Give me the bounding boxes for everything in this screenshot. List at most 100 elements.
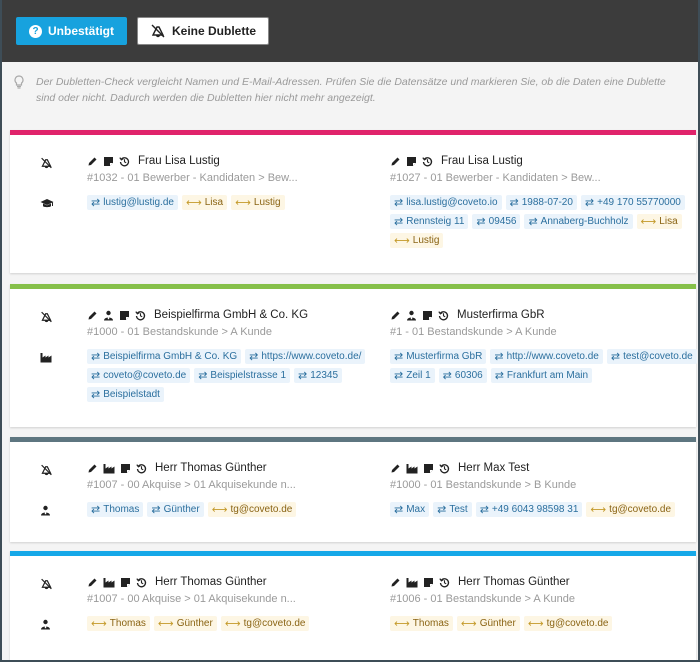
record-name[interactable]: Beispielfirma GmbH & Co. KG bbox=[154, 309, 308, 321]
double-arrow-icon: ⟷ bbox=[527, 618, 544, 630]
history-icon[interactable] bbox=[438, 310, 449, 321]
note-icon[interactable] bbox=[120, 577, 131, 588]
match-tag: ⇄ Test bbox=[433, 502, 472, 517]
double-arrow-icon: ⟷ bbox=[460, 618, 477, 630]
match-tag: ⇄ Beispielfirma GmbH & Co. KG bbox=[87, 349, 242, 364]
note-icon[interactable] bbox=[103, 156, 114, 167]
tag-text: Musterfirma GbR bbox=[406, 351, 483, 362]
history-icon[interactable] bbox=[119, 156, 130, 167]
swap-arrows-icon: ⇄ bbox=[91, 351, 101, 363]
double-arrow-icon: ⟷ bbox=[211, 504, 228, 516]
tag-text: Lustig bbox=[253, 197, 281, 208]
factory-icon[interactable] bbox=[406, 463, 418, 474]
tag-text: tg@coveto.de bbox=[230, 504, 293, 515]
history-icon[interactable] bbox=[136, 577, 147, 588]
tag-text: Frankfurt am Main bbox=[506, 370, 589, 381]
mismatch-tag: ⟷ Lustig bbox=[231, 195, 285, 210]
left-record: Frau Lisa Lustig #1032 - 01 Bewerber - Ka… bbox=[87, 153, 387, 184]
note-icon[interactable] bbox=[423, 463, 434, 474]
pencil-icon[interactable] bbox=[87, 577, 98, 588]
contact-person-icon bbox=[40, 619, 51, 630]
no-duplicate-icon[interactable] bbox=[40, 157, 53, 169]
record-name[interactable]: Herr Thomas Günther bbox=[155, 576, 267, 588]
tag-text: test@coveto.de bbox=[623, 351, 693, 362]
pencil-icon[interactable] bbox=[390, 310, 401, 321]
tag-text: Günther bbox=[479, 618, 516, 629]
record-name[interactable]: Herr Thomas Günther bbox=[155, 462, 267, 474]
match-tag: ⇄ Thomas bbox=[87, 502, 144, 517]
history-icon[interactable] bbox=[136, 463, 147, 474]
history-icon[interactable] bbox=[135, 310, 146, 321]
right-record: Musterfirma GbR #1 - 01 Bestandskunde > A… bbox=[390, 307, 690, 338]
match-tag: ⇄ 09456 bbox=[472, 214, 521, 229]
left-record: Herr Thomas Günther #1007 - 00 Akquise > … bbox=[87, 460, 387, 491]
duplicate-check-panel: ? Unbestätigt Keine Dublette Der Dublett… bbox=[2, 0, 698, 660]
factory-icon[interactable] bbox=[103, 577, 115, 588]
history-icon[interactable] bbox=[439, 463, 450, 474]
match-tag: ⇄ 1988-07-20 bbox=[505, 195, 577, 210]
tag-text: Thomas bbox=[412, 618, 449, 629]
unconfirmed-button[interactable]: ? Unbestätigt bbox=[16, 17, 127, 45]
left-match-tags: ⟷ Thomas ⟷ Günther ⟷ tg@coveto.de bbox=[87, 616, 397, 631]
tag-text: Günther bbox=[163, 504, 200, 515]
tag-text: Günther bbox=[176, 618, 213, 629]
match-tag: ⇄ http://www.coveto.de bbox=[490, 349, 603, 364]
tag-text: +49 170 55770000 bbox=[597, 197, 681, 208]
history-icon[interactable] bbox=[422, 156, 433, 167]
swap-arrows-icon: ⇄ bbox=[394, 370, 404, 382]
no-duplicate-button[interactable]: Keine Dublette bbox=[137, 17, 270, 45]
swap-arrows-icon: ⇄ bbox=[198, 370, 208, 382]
pencil-icon[interactable] bbox=[87, 156, 98, 167]
double-arrow-icon: ⟷ bbox=[394, 235, 410, 247]
match-tag: ⇄ Max bbox=[390, 502, 430, 517]
note-icon[interactable] bbox=[406, 156, 417, 167]
note-icon[interactable] bbox=[120, 463, 131, 474]
swap-arrows-icon: ⇄ bbox=[494, 351, 504, 363]
no-duplicate-icon[interactable] bbox=[40, 464, 53, 476]
note-icon[interactable] bbox=[423, 577, 434, 588]
pencil-icon[interactable] bbox=[87, 463, 98, 474]
no-duplicate-icon[interactable] bbox=[40, 578, 53, 590]
tag-text: http://www.coveto.de bbox=[506, 351, 599, 362]
pencil-icon[interactable] bbox=[390, 577, 401, 588]
contact-person-icon bbox=[40, 505, 51, 516]
tag-text: tg@coveto.de bbox=[609, 504, 672, 515]
match-tag: ⇄ Musterfirma GbR bbox=[390, 349, 487, 364]
contact-person-icon[interactable] bbox=[406, 310, 417, 321]
tag-text: Max bbox=[406, 504, 426, 515]
record-name[interactable]: Herr Thomas Günther bbox=[458, 576, 570, 588]
left-record: Herr Thomas Günther #1007 - 00 Akquise > … bbox=[87, 574, 387, 605]
record-name[interactable]: Herr Max Test bbox=[458, 462, 529, 474]
left-match-tags: ⇄ Beispielfirma GmbH & Co. KG ⇄ https://www… bbox=[87, 349, 397, 402]
mismatch-tag: ⟷ Günther bbox=[153, 616, 217, 631]
mismatch-tag: ⟷ Thomas bbox=[87, 616, 150, 631]
tag-text: 09456 bbox=[488, 216, 517, 227]
note-icon[interactable] bbox=[422, 310, 433, 321]
record-category: #1006 - 01 Bestandskunde > A Kunde bbox=[390, 593, 576, 605]
factory-icon[interactable] bbox=[406, 577, 418, 588]
mismatch-tag: ⟷ Thomas bbox=[390, 616, 453, 631]
note-icon[interactable] bbox=[119, 310, 130, 321]
match-tag: ⇄ +49 6043 98598 31 bbox=[475, 502, 583, 517]
tag-text: coveto@coveto.de bbox=[103, 370, 187, 381]
match-tag: ⇄ Günther bbox=[147, 502, 204, 517]
record-name[interactable]: Musterfirma GbR bbox=[457, 309, 545, 321]
factory-icon[interactable] bbox=[103, 463, 115, 474]
double-arrow-icon: ⟷ bbox=[640, 216, 657, 228]
record-name[interactable]: Frau Lisa Lustig bbox=[441, 155, 523, 167]
pencil-icon[interactable] bbox=[390, 156, 401, 167]
tag-text: Lisa bbox=[659, 216, 678, 227]
record-name[interactable]: Frau Lisa Lustig bbox=[138, 155, 220, 167]
swap-arrows-icon: ⇄ bbox=[91, 389, 101, 401]
history-icon[interactable] bbox=[439, 577, 450, 588]
no-duplicate-icon[interactable] bbox=[40, 311, 53, 323]
contact-person-icon[interactable] bbox=[103, 310, 114, 321]
pencil-icon[interactable] bbox=[87, 310, 98, 321]
pencil-icon[interactable] bbox=[390, 463, 401, 474]
tag-text: https://www.coveto.de/ bbox=[261, 351, 362, 362]
tag-text: lisa.lustig@coveto.io bbox=[406, 197, 498, 208]
tag-text: Annaberg-Buchholz bbox=[540, 216, 629, 227]
tag-text: Lisa bbox=[204, 197, 224, 208]
swap-arrows-icon: ⇄ bbox=[151, 504, 161, 516]
match-tag: ⇄ 12345 bbox=[294, 368, 343, 383]
